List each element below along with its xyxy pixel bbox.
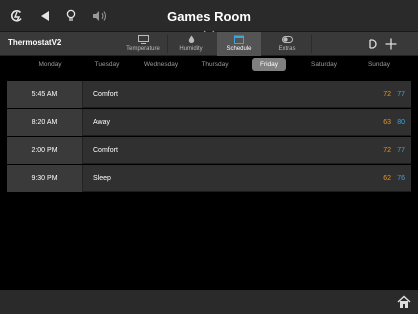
day-label: Sunday bbox=[367, 61, 391, 68]
day-label: Thursday bbox=[201, 61, 229, 68]
schedule-row[interactable]: 2:00 PM Comfort 72 77 bbox=[7, 137, 411, 164]
page-title: Games Room bbox=[167, 9, 251, 24]
heat-setpoint: 63 bbox=[383, 119, 391, 126]
day-label: Friday bbox=[259, 61, 279, 68]
tab-label: Extras bbox=[278, 46, 296, 52]
tab-humidity[interactable]: Humidity bbox=[169, 32, 213, 56]
day-selector: Monday Tuesday Wednesday Thursday Friday… bbox=[0, 56, 418, 74]
cool-setpoint: 80 bbox=[397, 119, 405, 126]
day-monday[interactable]: Monday bbox=[20, 56, 80, 74]
heat-setpoint: 72 bbox=[383, 147, 391, 154]
schedule-mode: Comfort bbox=[93, 147, 118, 154]
schedule-mode: Sleep bbox=[93, 175, 111, 182]
top-bar: Games Room bbox=[0, 0, 418, 36]
day-sunday[interactable]: Sunday bbox=[349, 56, 409, 74]
tab-label: Schedule bbox=[226, 46, 252, 52]
heat-setpoint: 72 bbox=[383, 91, 391, 98]
calendar-icon bbox=[217, 34, 261, 44]
day-thursday[interactable]: Thursday bbox=[185, 56, 245, 74]
schedule-row[interactable]: 8:20 AM Away 63 80 bbox=[7, 109, 411, 136]
day-label: Tuesday bbox=[94, 61, 120, 68]
schedule-time: 2:00 PM bbox=[7, 137, 83, 164]
schedule-time: 8:20 AM bbox=[7, 109, 83, 136]
day-label: Monday bbox=[38, 61, 62, 68]
tab-label: Humidity bbox=[179, 46, 203, 52]
schedule-time: 9:30 PM bbox=[7, 165, 83, 192]
monitor-icon bbox=[121, 34, 165, 44]
tab-temperature[interactable]: Temperature bbox=[121, 32, 165, 56]
cool-setpoint: 76 bbox=[397, 175, 405, 182]
drop-icon bbox=[169, 34, 213, 44]
power-icon[interactable] bbox=[366, 37, 380, 51]
tab-label: Temperature bbox=[126, 46, 160, 52]
day-wednesday[interactable]: Wednesday bbox=[131, 56, 191, 74]
device-name: ThermostatV2 bbox=[8, 38, 62, 47]
day-label: Wednesday bbox=[143, 61, 179, 68]
add-icon[interactable] bbox=[384, 37, 398, 51]
heat-setpoint: 62 bbox=[383, 175, 391, 182]
schedule-mode: Comfort bbox=[93, 91, 118, 98]
schedule-row[interactable]: 9:30 PM Sleep 62 76 bbox=[7, 165, 411, 192]
toggle-icon bbox=[265, 34, 309, 44]
schedule-time: 5:45 AM bbox=[7, 81, 83, 108]
day-label: Saturday bbox=[310, 61, 338, 68]
schedule-row[interactable]: 5:45 AM Comfort 72 77 bbox=[7, 81, 411, 108]
day-tuesday[interactable]: Tuesday bbox=[77, 56, 137, 74]
device-tab-bar: ThermostatV2 Temperature Humidity Schedu… bbox=[0, 32, 418, 56]
day-saturday[interactable]: Saturday bbox=[294, 56, 354, 74]
bottom-bar bbox=[0, 290, 418, 314]
tab-divider bbox=[311, 35, 312, 53]
tab-divider bbox=[167, 35, 168, 53]
cool-setpoint: 77 bbox=[397, 91, 405, 98]
schedule-mode: Away bbox=[93, 119, 110, 126]
home-icon[interactable] bbox=[396, 295, 412, 309]
tab-schedule[interactable]: Schedule bbox=[217, 32, 261, 56]
tab-extras[interactable]: Extras bbox=[265, 32, 309, 56]
cool-setpoint: 77 bbox=[397, 147, 405, 154]
chevron-down-icon[interactable] bbox=[203, 23, 215, 36]
